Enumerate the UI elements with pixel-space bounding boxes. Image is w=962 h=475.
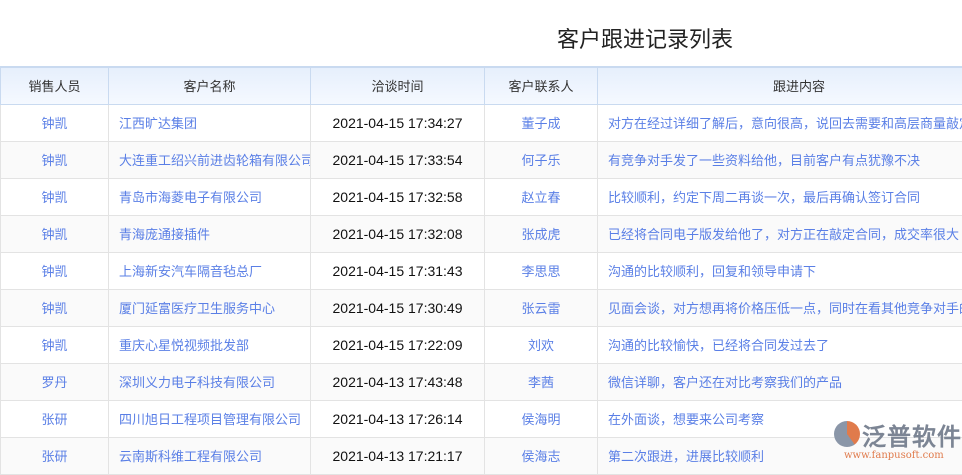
cell-talk-time: 2021-04-15 17:32:08 [311,215,485,252]
table-header: 销售人员 客户名称 洽谈时间 客户联系人 跟进内容 [1,67,962,104]
cell-salesperson[interactable]: 钟凯 [1,215,109,252]
cell-contact[interactable]: 侯海明 [485,400,598,437]
cell-contact[interactable]: 赵立春 [485,178,598,215]
cell-contact[interactable]: 李思思 [485,252,598,289]
table-row[interactable]: 钟凯厦门延富医疗卫生服务中心2021-04-15 17:30:49张云雷见面会谈… [1,289,962,326]
cell-salesperson[interactable]: 钟凯 [1,178,109,215]
cell-customer-name[interactable]: 上海新安汽车隔音毡总厂 [109,252,311,289]
table-row[interactable]: 钟凯江西旷达集团2021-04-15 17:34:27董子成对方在经过详细了解后… [1,104,962,141]
table-row[interactable]: 钟凯重庆心星悦视频批发部2021-04-15 17:22:09刘欢沟通的比较愉快… [1,326,962,363]
cell-talk-time: 2021-04-15 17:31:43 [311,252,485,289]
cell-customer-name[interactable]: 大连重工绍兴前进齿轮箱有限公司 [109,141,311,178]
column-header-salesperson[interactable]: 销售人员 [1,67,109,104]
page-title: 客户跟进记录列表 [500,22,790,54]
cell-salesperson[interactable]: 罗丹 [1,363,109,400]
cell-customer-name[interactable]: 云南斯科维工程有限公司 [109,437,311,474]
logo-url: www.fanpusoft.com [844,450,944,461]
cell-follow-up-content: 见面会谈，对方想再将价格压低一点，同时在看其他竞争对手的 [598,289,962,326]
cell-salesperson[interactable]: 钟凯 [1,289,109,326]
cell-talk-time: 2021-04-15 17:30:49 [311,289,485,326]
cell-customer-name[interactable]: 青岛市海菱电子有限公司 [109,178,311,215]
cell-customer-name[interactable]: 厦门延富医疗卫生服务中心 [109,289,311,326]
fanpu-logo: 泛普软件 www.fanpusoft.com [834,417,962,467]
cell-talk-time: 2021-04-13 17:26:14 [311,400,485,437]
cell-customer-name[interactable]: 四川旭日工程项目管理有限公司 [109,400,311,437]
logo-name: 泛普软件 [862,417,962,452]
cell-contact[interactable]: 张成虎 [485,215,598,252]
cell-follow-up-content: 沟通的比较顺利，回复和领导申请下 [598,252,962,289]
cell-salesperson[interactable]: 钟凯 [1,141,109,178]
cell-talk-time: 2021-04-15 17:22:09 [311,326,485,363]
cell-talk-time: 2021-04-15 17:33:54 [311,141,485,178]
cell-customer-name[interactable]: 青海庞通接插件 [109,215,311,252]
table-row[interactable]: 钟凯青海庞通接插件2021-04-15 17:32:08张成虎已经将合同电子版发… [1,215,962,252]
column-header-content[interactable]: 跟进内容 [598,67,962,104]
cell-follow-up-content: 沟通的比较愉快，已经将合同发过去了 [598,326,962,363]
follow-up-table: 销售人员 客户名称 洽谈时间 客户联系人 跟进内容 钟凯江西旷达集团2021-0… [0,66,962,475]
logo-mark-icon [834,421,860,447]
cell-customer-name[interactable]: 深圳义力电子科技有限公司 [109,363,311,400]
column-header-contact[interactable]: 客户联系人 [485,67,598,104]
table-row[interactable]: 张研四川旭日工程项目管理有限公司2021-04-13 17:26:14侯海明在外… [1,400,962,437]
cell-follow-up-content: 微信详聊，客户还在对比考察我们的产品 [598,363,962,400]
cell-follow-up-content: 比较顺利，约定下周二再谈一次，最后再确认签订合同 [598,178,962,215]
table-row[interactable]: 罗丹深圳义力电子科技有限公司2021-04-13 17:43:48李茜微信详聊，… [1,363,962,400]
table-row[interactable]: 张研云南斯科维工程有限公司2021-04-13 17:21:17侯海志第二次跟进… [1,437,962,474]
cell-talk-time: 2021-04-15 17:32:58 [311,178,485,215]
table-row[interactable]: 钟凯上海新安汽车隔音毡总厂2021-04-15 17:31:43李思思沟通的比较… [1,252,962,289]
cell-contact[interactable]: 张云雷 [485,289,598,326]
cell-salesperson[interactable]: 钟凯 [1,326,109,363]
column-header-time[interactable]: 洽谈时间 [311,67,485,104]
cell-follow-up-content: 已经将合同电子版发给他了，对方正在敲定合同，成交率很大 [598,215,962,252]
cell-talk-time: 2021-04-13 17:43:48 [311,363,485,400]
table-row[interactable]: 钟凯青岛市海菱电子有限公司2021-04-15 17:32:58赵立春比较顺利，… [1,178,962,215]
cell-salesperson[interactable]: 钟凯 [1,252,109,289]
cell-talk-time: 2021-04-15 17:34:27 [311,104,485,141]
cell-contact[interactable]: 刘欢 [485,326,598,363]
cell-follow-up-content: 有竞争对手发了一些资料给他，目前客户有点犹豫不决 [598,141,962,178]
cell-talk-time: 2021-04-13 17:21:17 [311,437,485,474]
cell-contact[interactable]: 何子乐 [485,141,598,178]
cell-contact[interactable]: 李茜 [485,363,598,400]
cell-salesperson[interactable]: 张研 [1,400,109,437]
cell-contact[interactable]: 董子成 [485,104,598,141]
cell-customer-name[interactable]: 重庆心星悦视频批发部 [109,326,311,363]
cell-salesperson[interactable]: 钟凯 [1,104,109,141]
column-header-customer[interactable]: 客户名称 [109,67,311,104]
table-row[interactable]: 钟凯大连重工绍兴前进齿轮箱有限公司2021-04-15 17:33:54何子乐有… [1,141,962,178]
cell-follow-up-content: 对方在经过详细了解后，意向很高，说回去需要和高层商量敲定 [598,104,962,141]
cell-contact[interactable]: 侯海志 [485,437,598,474]
cell-customer-name[interactable]: 江西旷达集团 [109,104,311,141]
cell-salesperson[interactable]: 张研 [1,437,109,474]
